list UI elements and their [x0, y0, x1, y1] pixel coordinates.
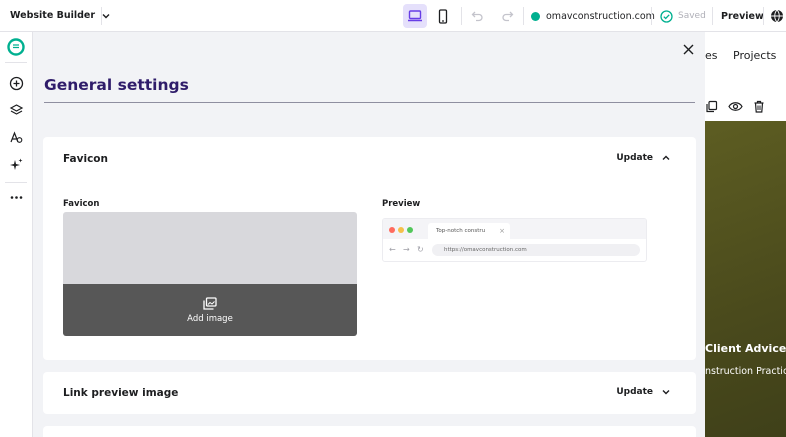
favicon-field-label: Favicon [63, 199, 100, 209]
redo-icon [501, 11, 513, 22]
divider [5, 182, 27, 183]
saved-label: Saved [678, 11, 706, 21]
link-preview-section-title: Link preview image [63, 387, 179, 399]
undo-button[interactable] [465, 4, 489, 28]
general-settings-panel: General settings Favicon Update Favicon … [33, 32, 705, 437]
desktop-view-button[interactable] [403, 4, 427, 28]
preview-label: Preview [382, 199, 421, 209]
reload-icon: ↻ [417, 245, 424, 254]
layers-icon [9, 103, 23, 115]
trash-icon[interactable] [753, 100, 765, 113]
add-image-label: Add image [187, 313, 233, 324]
favicon-update-toggle[interactable]: Update [616, 153, 671, 163]
favicon-uploader[interactable]: Add image [63, 212, 357, 336]
window-maximize-dot [407, 227, 413, 233]
hero-section[interactable] [705, 121, 786, 437]
globe-icon [771, 9, 783, 23]
preview-button[interactable]: Preview [721, 0, 764, 32]
duplicate-icon[interactable] [705, 100, 718, 113]
add-image-button[interactable]: Add image [63, 284, 357, 336]
update-label: Update [616, 387, 653, 397]
divider [523, 7, 524, 25]
divider [712, 7, 713, 25]
layers-button[interactable] [6, 100, 26, 120]
domain-name: omavconstruction.com [546, 10, 655, 22]
favicon-section-title: Favicon [63, 153, 108, 165]
sparkle-icon [9, 158, 22, 170]
ai-tools-button[interactable] [6, 154, 26, 174]
publish-button[interactable] [768, 4, 786, 28]
page-title: General settings [44, 76, 189, 94]
add-element-button[interactable] [6, 73, 26, 93]
browser-address-bar: https://omavconstruction.com [432, 244, 640, 256]
top-bar: Website Builder omavconstruction.com Sav… [0, 0, 786, 32]
eye-icon[interactable] [728, 100, 743, 113]
app-title: Website Builder [10, 10, 96, 21]
styles-button[interactable] [6, 127, 26, 147]
hero-subtitle: nstruction Practic [705, 366, 786, 377]
chevron-up-icon [662, 155, 670, 160]
check-circle-icon [660, 9, 673, 23]
domain-indicator[interactable]: omavconstruction.com [531, 0, 655, 32]
redo-button[interactable] [495, 4, 519, 28]
browser-tab-preview: Top-notch constru × ← → ↻ https://omavco… [382, 218, 647, 262]
divider [763, 7, 764, 25]
browser-tab: Top-notch constru × [428, 223, 510, 239]
back-arrow-icon: ← [389, 245, 396, 254]
builder-logo-icon [7, 38, 25, 56]
more-button[interactable] [6, 187, 26, 207]
undo-icon [471, 11, 483, 22]
forward-arrow-icon: → [403, 245, 410, 254]
more-horizontal-icon [10, 195, 22, 199]
browser-tab-title: Top-notch constru [436, 228, 486, 234]
hero-title: Client Advice [705, 342, 786, 355]
plus-circle-icon [9, 76, 23, 90]
text-style-icon [9, 130, 22, 143]
left-sidebar [0, 32, 33, 437]
update-label: Update [616, 153, 653, 163]
site-nav-projects[interactable]: Projects [733, 49, 776, 62]
section-toolbar [699, 94, 786, 118]
laptop-icon [408, 10, 422, 22]
link-preview-section[interactable]: Link preview image Update [43, 372, 696, 414]
site-nav-item[interactable]: es [705, 49, 718, 62]
divider [651, 7, 652, 25]
website-builder-menu[interactable]: Website Builder [0, 10, 111, 21]
logo[interactable] [6, 37, 26, 57]
mobile-icon [438, 8, 448, 24]
divider [461, 7, 462, 25]
link-preview-update-toggle[interactable]: Update [616, 387, 671, 397]
divider [101, 7, 102, 25]
title-underline [44, 102, 695, 103]
window-close-dot [389, 227, 395, 233]
browser-tabs-bar: Top-notch constru × [383, 219, 646, 239]
domain-status-dot [531, 11, 540, 21]
image-gallery-icon [203, 296, 217, 310]
tab-close-icon: × [499, 227, 505, 235]
next-settings-section[interactable] [43, 426, 696, 437]
close-button[interactable] [679, 40, 697, 58]
saved-status: Saved [660, 0, 706, 32]
favicon-section: Favicon Update Favicon Add image Preview… [43, 137, 696, 360]
close-icon [683, 44, 693, 54]
mobile-view-button[interactable] [431, 4, 455, 28]
divider [5, 62, 27, 63]
chevron-down-icon [662, 390, 670, 395]
chevron-down-icon [102, 13, 110, 18]
window-minimize-dot [398, 227, 404, 233]
